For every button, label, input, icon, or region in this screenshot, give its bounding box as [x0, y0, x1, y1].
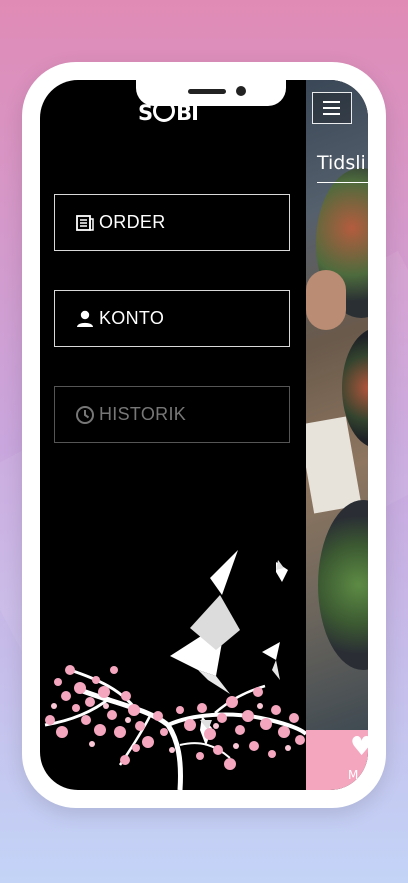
- favorites-button[interactable]: ♥ M: [306, 730, 368, 790]
- heart-icon: ♥: [350, 732, 368, 762]
- title-underline: [317, 182, 368, 183]
- order-label: ORDER: [99, 212, 166, 232]
- page-title: Tidsli: [317, 152, 366, 174]
- historik-button[interactable]: HISTORIK: [54, 386, 290, 443]
- cherry-blossom-illustration: [44, 550, 306, 790]
- favorites-label: M: [348, 768, 359, 782]
- historik-label: HISTORIK: [99, 404, 187, 424]
- front-camera: [236, 86, 246, 96]
- clock-icon: [76, 406, 94, 424]
- konto-button[interactable]: KONTO: [54, 290, 290, 347]
- sobi-logo: S BI: [138, 100, 199, 125]
- hamburger-menu-button[interactable]: [312, 92, 352, 124]
- user-icon: [77, 310, 93, 327]
- speaker-grille: [188, 89, 226, 94]
- order-button[interactable]: ORDER: [54, 194, 290, 251]
- konto-label: KONTO: [99, 308, 165, 328]
- phone-frame: S BI Tidsli ♥ M ORDER KONTO HISTORIK: [22, 62, 386, 808]
- food-hero-image: [306, 80, 368, 730]
- app-screen: S BI Tidsli ♥ M ORDER KONTO HISTORIK: [40, 80, 368, 790]
- main-content: Tidsli ♥ M: [306, 80, 368, 790]
- order-receipt-icon: [76, 215, 94, 231]
